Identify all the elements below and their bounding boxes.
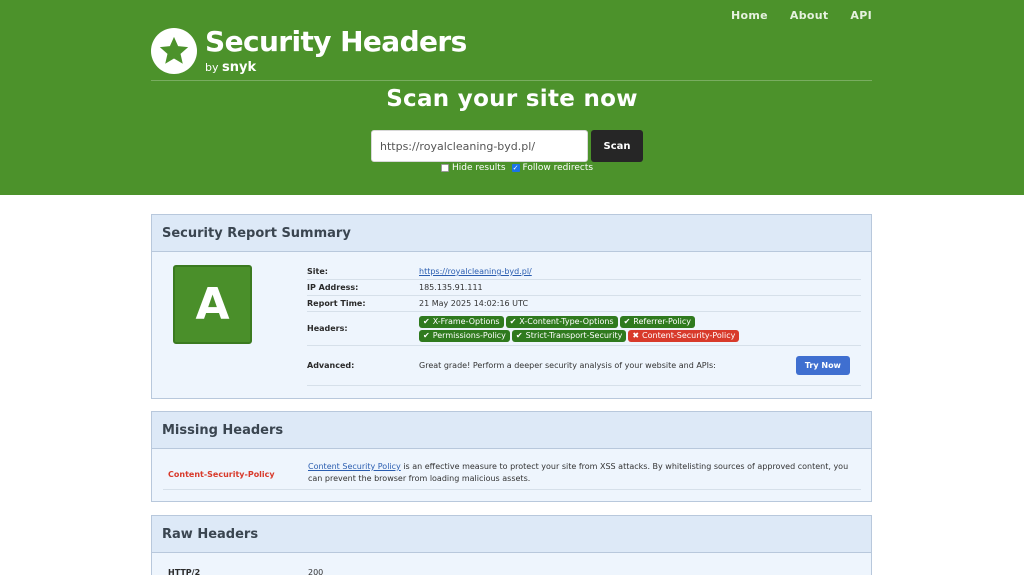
raw-title: Raw Headers bbox=[152, 516, 871, 553]
time-value: 21 May 2025 14:02:16 UTC bbox=[419, 299, 529, 308]
header-badge-label: Strict-Transport-Security bbox=[525, 331, 623, 340]
missing-item: Content-Security-Policy Content Security… bbox=[163, 461, 861, 490]
missing-title: Missing Headers bbox=[152, 412, 871, 449]
hide-results-checkbox[interactable] bbox=[441, 164, 449, 172]
summary-title: Security Report Summary bbox=[152, 215, 871, 252]
check-icon: ✔ bbox=[509, 317, 517, 326]
cross-icon: ✖ bbox=[632, 331, 640, 340]
csp-info-link[interactable]: Content Security Policy bbox=[308, 462, 401, 471]
scan-options: Hide results ✓ Follow redirects bbox=[441, 163, 593, 173]
top-nav: Home About API bbox=[731, 9, 872, 22]
header-badge: ✔ X-Frame-Options bbox=[419, 315, 504, 328]
ip-value: 185.135.91.111 bbox=[419, 283, 483, 292]
header-badge-label: Permissions-Policy bbox=[432, 331, 506, 340]
headers-row: Headers: ✔ X-Frame-Options ✔ X-Content-Type… bbox=[307, 312, 861, 346]
summary-table: Site: https://royalcleaning-byd.pl/ IP A… bbox=[307, 264, 861, 386]
advanced-row: Advanced: Great grade! Perform a deeper … bbox=[307, 346, 861, 386]
site-row: Site: https://royalcleaning-byd.pl/ bbox=[307, 264, 861, 280]
header-badge: ✔ X-Content-Type-Options bbox=[505, 315, 618, 328]
scan-form: Scan bbox=[371, 130, 643, 162]
nav-api-link[interactable]: API bbox=[850, 9, 872, 22]
hero-banner: Home About API Security Headers by snyk … bbox=[0, 0, 1024, 195]
star-icon bbox=[151, 28, 197, 74]
ip-label: IP Address: bbox=[307, 283, 359, 292]
follow-redirects-option[interactable]: ✓ Follow redirects bbox=[511, 163, 594, 173]
raw-panel: Raw Headers HTTP/2 200 bbox=[151, 515, 872, 575]
header-badge-label: Content-Security-Policy bbox=[642, 331, 736, 340]
summary-panel: Security Report Summary A Site: https://… bbox=[151, 214, 872, 399]
check-icon: ✔ bbox=[623, 317, 631, 326]
follow-redirects-label: Follow redirects bbox=[522, 163, 594, 173]
brand-company: snyk bbox=[222, 60, 257, 75]
nav-about-link[interactable]: About bbox=[790, 9, 829, 22]
header-badge-label: X-Frame-Options bbox=[432, 317, 500, 326]
brand-byline: by snyk bbox=[205, 60, 467, 75]
check-icon: ✔ bbox=[515, 331, 523, 340]
brand-logo[interactable]: Security Headers by snyk bbox=[151, 28, 467, 75]
check-icon: ✔ bbox=[423, 317, 430, 326]
headers-label: Headers: bbox=[307, 324, 348, 333]
hide-results-option[interactable]: Hide results bbox=[441, 163, 506, 173]
brand-title: Security Headers bbox=[205, 25, 467, 58]
advanced-text: Great grade! Perform a deeper security a… bbox=[419, 361, 716, 370]
header-badge: ✖ Content-Security-Policy bbox=[628, 329, 740, 342]
header-badge: ✔ Strict-Transport-Security bbox=[511, 329, 627, 342]
nav-home-link[interactable]: Home bbox=[731, 9, 768, 22]
header-badge: ✔ Permissions-Policy bbox=[419, 329, 510, 342]
scan-button[interactable]: Scan bbox=[591, 130, 643, 162]
time-label: Report Time: bbox=[307, 299, 366, 308]
ip-row: IP Address: 185.135.91.111 bbox=[307, 280, 861, 296]
url-input[interactable] bbox=[371, 130, 588, 162]
scan-title: Scan your site now bbox=[386, 86, 638, 112]
try-now-button[interactable]: Try Now bbox=[795, 356, 850, 375]
header-badge: ✔ Referrer-Policy bbox=[619, 315, 695, 328]
follow-redirects-checkbox[interactable]: ✓ bbox=[511, 164, 520, 172]
missing-panel: Missing Headers Content-Security-Policy … bbox=[151, 411, 872, 502]
time-row: Report Time: 21 May 2025 14:02:16 UTC bbox=[307, 296, 861, 312]
grade-badge: A bbox=[173, 265, 252, 344]
header-badge-label: Referrer-Policy bbox=[633, 317, 691, 326]
advanced-label: Advanced: bbox=[307, 361, 355, 370]
check-icon: ✔ bbox=[423, 331, 430, 340]
missing-header-desc: Content Security Policy is an effective … bbox=[308, 461, 861, 485]
header-badges: ✔ X-Frame-Options ✔ X-Content-Type-Options ✔… bbox=[419, 315, 779, 342]
raw-header-row: HTTP/2 200 bbox=[163, 568, 861, 575]
site-link[interactable]: https://royalcleaning-byd.pl/ bbox=[419, 267, 532, 276]
hide-results-label: Hide results bbox=[452, 163, 506, 173]
site-label: Site: bbox=[307, 267, 328, 276]
brand-by-text: by bbox=[205, 61, 219, 74]
header-badge-label: X-Content-Type-Options bbox=[519, 317, 614, 326]
raw-header-value: 200 bbox=[308, 568, 324, 575]
missing-header-name: Content-Security-Policy bbox=[168, 470, 275, 479]
header-divider bbox=[151, 80, 872, 81]
raw-header-key: HTTP/2 bbox=[168, 568, 201, 575]
